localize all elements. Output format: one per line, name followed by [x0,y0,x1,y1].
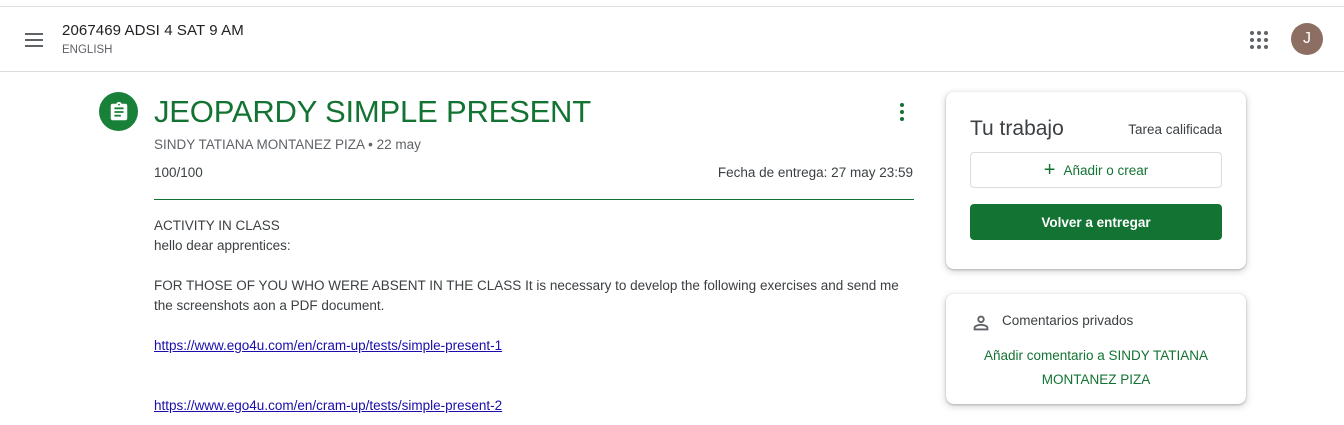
private-comments-title: Comentarios privados [1002,313,1134,328]
add-private-comment-link[interactable]: Añadir comentario a SINDY TATIANA MONTAN… [966,344,1226,392]
course-title[interactable]: 2067469 ADSI 4 SAT 9 AM [62,22,244,39]
work-status: Tarea calificada [1128,122,1222,137]
hamburger-menu-icon[interactable] [20,26,48,54]
description-paragraph: FOR THOSE OF YOU WHO WERE ABSENT IN THE … [154,278,899,313]
description-line: hello dear apprentices: [154,238,291,253]
assignment-meta: SINDY TATIANA MONTANEZ PIZA • 22 may [154,137,421,152]
posted-date: 22 may [376,137,421,152]
google-apps-icon[interactable] [1248,29,1270,51]
your-work-card: Tu trabajo Tarea calificada + Añadir o c… [946,92,1246,269]
author-name: SINDY TATIANA MONTANEZ PIZA [154,137,365,152]
more-options-icon[interactable] [890,100,914,124]
resubmit-button[interactable]: Volver a entregar [970,204,1222,240]
browser-top-edge [0,0,1344,7]
your-work-title: Tu trabajo [970,117,1064,140]
exercise-link-2[interactable]: https://www.ego4u.com/en/cram-up/tests/s… [154,398,502,413]
due-date: Fecha de entrega: 27 may 23:59 [717,165,913,180]
top-app-bar: 2067469 ADSI 4 SAT 9 AM ENGLISH J [0,7,1344,72]
assignment-title: JEOPARDY SIMPLE PRESENT [154,94,591,129]
person-icon [973,315,989,331]
course-subtitle: ENGLISH [62,44,113,56]
description-line: ACTIVITY IN CLASS [154,218,280,233]
divider [154,199,914,200]
plus-icon: + [1043,159,1056,181]
private-comments-card: Comentarios privados Añadir comentario a… [946,294,1246,404]
avatar[interactable]: J [1291,23,1323,55]
exercise-link-1[interactable]: https://www.ego4u.com/en/cram-up/tests/s… [154,338,502,353]
points: 100/100 [154,165,203,180]
assignment-description: ACTIVITY IN CLASS hello dear apprentices… [154,216,914,416]
assignment-icon [99,92,138,131]
meta-separator: • [368,137,373,152]
add-or-create-label: Añadir o crear [1063,162,1149,178]
add-or-create-button[interactable]: + Añadir o crear [970,152,1222,188]
